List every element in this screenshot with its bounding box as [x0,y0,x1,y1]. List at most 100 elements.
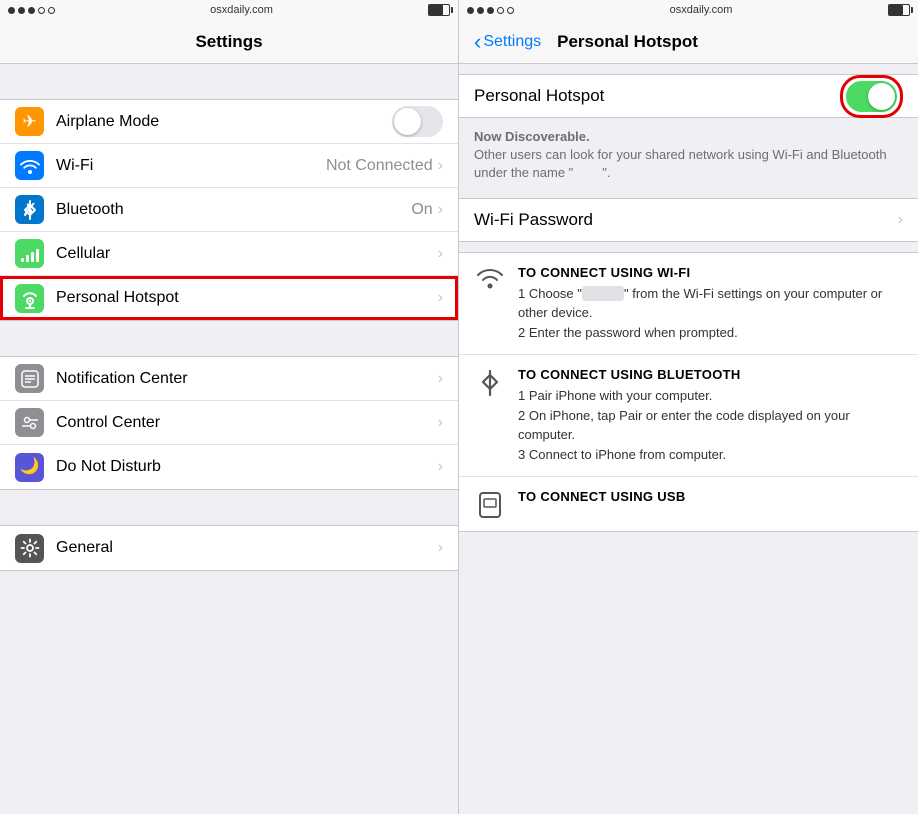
bar-3 [31,252,34,262]
left-battery-icon [428,4,450,16]
discoverable-heading: Now Discoverable. [474,129,590,144]
bluetooth-label: Bluetooth [56,201,411,219]
airplane-toggle[interactable] [392,106,443,137]
hotspot-label: Personal Hotspot [56,289,438,307]
wifi-connect-row: TO CONNECT USING WI-FI 1 Choose " " from… [459,253,918,356]
notification-icon-box [15,364,44,393]
dot-1 [8,7,15,14]
dot-5 [48,7,55,14]
signal-dots [8,7,55,14]
left-nav-bar: Settings [0,20,458,64]
bluetooth-icon-box: ✗ [15,195,44,224]
airplane-icon-box: ✈ [15,107,44,136]
gap-2 [0,321,458,356]
bluetooth-value: On [411,201,432,219]
hotspot-toggle-row[interactable]: Personal Hotspot [459,74,918,118]
row-wifi[interactable]: Wi-Fi Not Connected › [0,144,458,188]
hotspot-toggle-label: Personal Hotspot [474,86,840,106]
wifi-connect-icon [474,265,506,289]
battery-fill [429,5,443,15]
section-system: Notification Center › Control Center › [0,356,458,490]
row-general[interactable]: General › [0,526,458,570]
gear-icon [20,538,40,558]
cellular-icon [21,246,39,262]
left-nav-title: Settings [195,32,262,52]
right-battery-fill [889,5,903,15]
notification-label: Notification Center [56,370,438,388]
bt-step-3: 3 Connect to iPhone from computer. [518,445,903,465]
row-bluetooth[interactable]: ✗ Bluetooth On › [0,188,458,232]
dot-3 [28,7,35,14]
hotspot-icon [19,287,41,309]
network-name-placeholder [582,286,624,301]
general-chevron: › [438,539,443,557]
wifi-connect-text: TO CONNECT USING WI-FI 1 Choose " " from… [518,265,903,343]
discoverable-section: Now Discoverable. Other users can look f… [459,118,918,198]
dnd-chevron: › [438,458,443,476]
right-nav-bar: ‹ Settings Personal Hotspot [459,20,918,64]
back-chevron-icon: ‹ [474,31,481,53]
right-url: osxdaily.com [670,4,733,16]
dnd-icon-box: 🌙 [15,453,44,482]
bluetooth-connect-icon [474,367,506,397]
right-signal-dots [467,7,514,14]
bluetooth-svg [22,200,38,220]
left-url: osxdaily.com [210,4,273,16]
hotspot-toggle-switch[interactable] [846,81,897,112]
back-button[interactable]: ‹ Settings [474,31,541,53]
left-panel: osxdaily.com Settings ✈ Airplane Mode [0,0,459,814]
row-personal-hotspot[interactable]: Personal Hotspot › [0,276,458,320]
gap-mid [459,242,918,252]
hotspot-chevron: › [438,289,443,307]
r-dot-3 [487,7,494,14]
airplane-label: Airplane Mode [56,113,392,131]
dot-4 [38,7,45,14]
r-dot-5 [507,7,514,14]
bluetooth-connect-row: TO CONNECT USING BLUETOOTH 1 Pair iPhone… [459,355,918,477]
wifi-password-label: Wi-Fi Password [474,210,898,230]
r-dot-1 [467,7,474,14]
wifi-value: Not Connected [326,157,433,175]
usb-connect-heading: TO CONNECT USING USB [518,489,903,504]
wifi-password-row[interactable]: Wi-Fi Password › [459,198,918,242]
left-status-bar: osxdaily.com [0,0,458,20]
general-label: General [56,539,438,557]
dnd-label: Do Not Disturb [56,458,438,476]
right-battery-icon [888,4,910,16]
row-notification-center[interactable]: Notification Center › [0,357,458,401]
control-chevron: › [438,414,443,432]
usb-connect-svg [476,491,504,519]
wifi-icon-box [15,151,44,180]
dot-2 [18,7,25,14]
wifi-chevron: › [438,157,443,175]
bar-4 [36,249,39,262]
cellular-label: Cellular [56,245,438,263]
bt-step-2: 2 On iPhone, tap Pair or enter the code … [518,406,903,445]
cellular-chevron: › [438,245,443,263]
row-cellular[interactable]: Cellular › [0,232,458,276]
connect-section: TO CONNECT USING WI-FI 1 Choose " " from… [459,252,918,533]
usb-connect-text: TO CONNECT USING USB [518,489,903,508]
cellular-icon-box [15,239,44,268]
section-general: General › [0,525,458,571]
bt-step-1: 1 Pair iPhone with your computer. [518,386,903,406]
wifi-label: Wi-Fi [56,157,326,175]
gap-top [459,64,918,74]
right-nav-title: Personal Hotspot [557,32,698,52]
usb-connect-icon [474,489,506,519]
row-airplane-mode[interactable]: ✈ Airplane Mode [0,100,458,144]
gap-1 [0,64,458,99]
bar-1 [21,258,24,262]
wifi-password-chevron: › [898,211,903,229]
toggle-highlight-box [840,75,903,118]
discoverable-body: Other users can look for your shared net… [474,147,887,180]
bluetooth-connect-heading: TO CONNECT USING BLUETOOTH [518,367,903,382]
right-panel: osxdaily.com ‹ Settings Personal Hotspot… [459,0,918,814]
notification-icon [20,369,40,389]
bluetooth-connect-svg [480,369,500,397]
wifi-step-1: 1 Choose " " from the Wi-Fi settings on … [518,284,903,323]
row-control-center[interactable]: Control Center › [0,401,458,445]
section-connectivity: ✈ Airplane Mode Wi-Fi Not Connected › [0,99,458,321]
control-icon [20,413,40,433]
row-do-not-disturb[interactable]: 🌙 Do Not Disturb › [0,445,458,489]
